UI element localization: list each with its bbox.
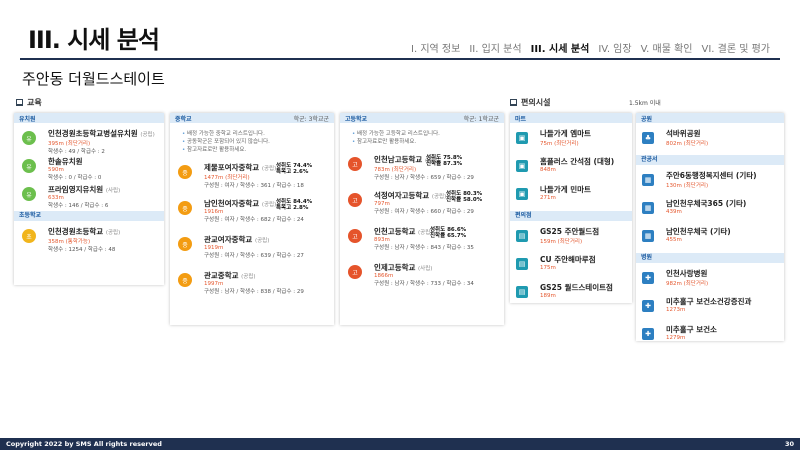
hospital-icon: ✚ (642, 300, 654, 312)
home-icon (16, 99, 23, 106)
office-icon: ▦ (642, 230, 654, 242)
kindergarten-panel: 유치원 유 인천경원초등학교병설유치원 (공립) 395m (최단거리) 학생수… (14, 113, 164, 285)
panel-header: 마트 (510, 113, 632, 123)
school-icon: 중 (178, 165, 192, 179)
list-item[interactable]: 중 관교여자중학교 (공립) 1919m 구성원 : 여자 / 학생수 : 63… (170, 234, 334, 262)
nav-item-active[interactable]: III. 시세 분석 (531, 40, 590, 55)
school-icon: 중 (178, 273, 192, 287)
nav-item[interactable]: I. 지역 정보 (411, 40, 460, 55)
nav-item[interactable]: V. 매물 확인 (641, 40, 693, 55)
school-icon: 고 (348, 229, 362, 243)
cart-icon: ▣ (516, 160, 528, 172)
footer: Copyright 2022 by SMS All rights reserve… (0, 438, 800, 450)
nav-item[interactable]: VI. 결론 및 평가 (701, 40, 770, 55)
list-item[interactable]: ♣ 석바위공원 802m (최단거리) (636, 128, 784, 151)
section-nav: I. 지역 정보 II. 입지 분석 III. 시세 분석 IV. 임장 V. … (411, 40, 770, 55)
nav-item[interactable]: II. 입지 분석 (469, 40, 521, 55)
education-heading: 교육 (16, 97, 42, 108)
list-item[interactable]: ▤ GS25 월드스테이트점 189m (510, 282, 632, 305)
list-item[interactable]: 중 관교중학교 (공립) 1997m 구성원 : 남자 / 학생수 : 838 … (170, 270, 334, 298)
mart-panel: 마트 ▣ 나들가게 엠마트 75m (최단거리) ▣ 홈플러스 간석점 (대형) 848… (510, 113, 632, 303)
home-icon (510, 99, 517, 106)
panel-header: 고등학교 학군: 1학교군 (340, 113, 504, 123)
kindergarten-icon: 유 (22, 159, 36, 173)
panel-header: 편의점 (510, 211, 632, 221)
list-item[interactable]: 유 한솔유치원 590m 학생수 : 0 / 학급수 : 0 (14, 156, 164, 181)
notes: 배정 가능한 중학교 리스트입니다.공동학군은 포함되어 있지 않습니다.참고자… (170, 123, 334, 154)
panel-header: 관공서 (636, 155, 784, 165)
office-icon: ▦ (642, 174, 654, 186)
list-item[interactable]: ▤ GS25 주안월드점 159m (최단거리) (510, 226, 632, 249)
list-item[interactable]: ▤ CU 주안해마루점 175m (510, 254, 632, 277)
list-item[interactable]: ▣ 홈플러스 간석점 (대형) 848m (510, 156, 632, 179)
kindergarten-icon: 유 (22, 187, 36, 201)
range-label: 1.5km 이내 (629, 100, 661, 107)
notes: 배정 가능한 고등학교 리스트입니다.참고자료로만 활용하세요. (340, 123, 504, 146)
school-icon: 고 (348, 265, 362, 279)
page-title: III. 시세 분석 (28, 26, 160, 54)
store-icon: ▤ (516, 230, 528, 242)
list-item[interactable]: 초 인천경원초등학교 (공립) 358m (통학가능) 학생수 : 1254 /… (14, 226, 164, 253)
list-item[interactable]: ▦ 남인천우체국 (기타) 455m (636, 226, 784, 249)
panel-header: 중학교 학군: 3학교군 (170, 113, 334, 123)
school-icon: 고 (348, 193, 362, 207)
panel-header: 초등학교 (14, 211, 164, 221)
list-item[interactable]: 고 인천고등학교 (공립) 893m 구성원 : 남자 / 학생수 : 843 … (340, 226, 504, 254)
facility-panel: 공원 ♣ 석바위공원 802m (최단거리) 관공서 ▦ 주안6동행정복지센터 (기타… (636, 113, 784, 341)
list-item[interactable]: ▣ 나들가게 민마트 271m (510, 184, 632, 207)
panel-header: 병원 (636, 253, 784, 263)
list-item[interactable]: ✚ 미추홀구 보건소건강증진과 1273m (636, 296, 784, 319)
page-subtitle: 주안동 더월드스테이트 (22, 70, 165, 88)
school-icon: 중 (178, 237, 192, 251)
list-item[interactable]: 고 석정여자고등학교 (공립) 797m 구성원 : 여자 / 학생수 : 66… (340, 190, 504, 218)
middle-school-panel: 중학교학군: 3학교군 배정 가능한 중학교 리스트입니다.공동학군은 포함되어… (170, 113, 334, 325)
panel-header: 유치원 (14, 113, 164, 123)
list-item[interactable]: 고 인천남고등학교 (공립) 783m (최단거리) 구성원 : 남자 / 학생… (340, 154, 504, 182)
store-icon: ▤ (516, 258, 528, 270)
office-icon: ▦ (642, 202, 654, 214)
school-icon: 고 (348, 157, 362, 171)
hospital-icon: ✚ (642, 328, 654, 340)
cart-icon: ▣ (516, 188, 528, 200)
school-icon: 중 (178, 201, 192, 215)
list-item[interactable]: 유 프라임영지유치원 (사립) 633m 학생수 : 146 / 학급수 : 6 (14, 184, 164, 209)
list-item[interactable]: ▦ 주안6동행정복지센터 (기타) 130m (최단거리) (636, 170, 784, 193)
list-item[interactable]: ✚ 미추홀구 보건소 1279m (636, 324, 784, 347)
list-item[interactable]: ✚ 인천사랑병원 982m (최단거리) (636, 268, 784, 291)
list-item[interactable]: 중 남인천여자중학교 (공립) 1916m 구성원 : 여자 / 학생수 : 6… (170, 198, 334, 226)
school-icon: 초 (22, 229, 36, 243)
list-item[interactable]: ▣ 나들가게 엠마트 75m (최단거리) (510, 128, 632, 151)
cart-icon: ▣ (516, 132, 528, 144)
header-divider (20, 58, 780, 60)
copyright: Copyright 2022 by SMS All rights reserve… (6, 440, 162, 448)
panel-header: 공원 (636, 113, 784, 123)
kindergarten-icon: 유 (22, 131, 36, 145)
list-item[interactable]: 유 인천경원초등학교병설유치원 (공립) 395m (최단거리) 학생수 : 4… (14, 128, 164, 155)
high-school-panel: 고등학교학군: 1학교군 배정 가능한 고등학교 리스트입니다.참고자료로만 활… (340, 113, 504, 325)
convenience-heading: 편의시설 (510, 97, 550, 108)
list-item[interactable]: ▦ 남인천우체국365 (기타) 439m (636, 198, 784, 221)
store-icon: ▤ (516, 286, 528, 298)
nav-item[interactable]: IV. 임장 (598, 40, 631, 55)
page-number: 30 (784, 440, 794, 448)
hospital-icon: ✚ (642, 272, 654, 284)
list-item[interactable]: 중 제물포여자중학교 (공립) 1477m (최단거리) 구성원 : 여자 / … (170, 162, 334, 190)
list-item[interactable]: 고 인제고등학교 (사립) 1866m 구성원 : 남자 / 학생수 : 733… (340, 262, 504, 290)
park-icon: ♣ (642, 132, 654, 144)
